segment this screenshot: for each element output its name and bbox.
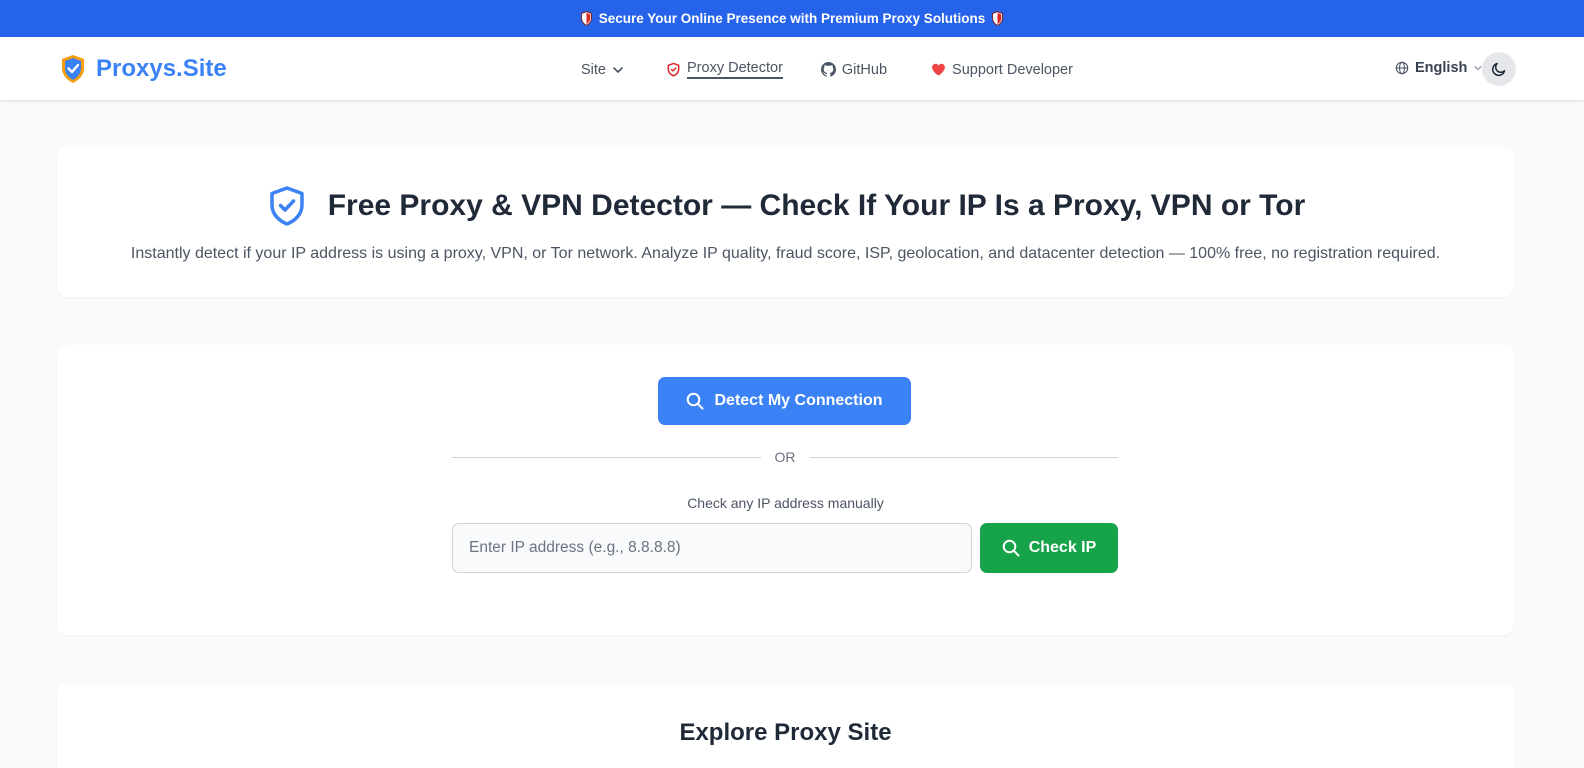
shield-icon: [580, 11, 592, 26]
nav-github-label: GitHub: [841, 61, 888, 78]
globe-icon: [1395, 61, 1409, 75]
moon-icon: [1491, 62, 1506, 77]
nav-proxy-detector-label: Proxy Detector: [687, 60, 783, 79]
shield-check-logo-icon: [62, 55, 84, 83]
explore-title: Explore Proxy Site: [679, 719, 892, 746]
github-icon: [820, 62, 836, 77]
search-icon: [687, 392, 704, 410]
nav-support-developer[interactable]: Support Developer: [931, 62, 1073, 78]
nav-site-dropdown[interactable]: Site: [581, 62, 624, 78]
promo-banner: Secure Your Online Presence with Premium…: [0, 0, 1584, 37]
divider-line: [452, 456, 761, 458]
nav-links: Site Proxy Detector GitHub Support Devel…: [581, 60, 1073, 79]
divider-line: [809, 456, 1118, 458]
nav-support-label: Support Developer: [952, 61, 1073, 78]
language-selector[interactable]: English: [1395, 60, 1483, 76]
or-label: OR: [774, 449, 796, 465]
manual-check-label: Check any IP address manually: [687, 495, 884, 511]
ip-address-input[interactable]: [452, 523, 972, 573]
explore-card: Explore Proxy Site: [57, 684, 1514, 768]
detector-tool-card: Detect My Connection OR Check any IP add…: [57, 345, 1514, 635]
chevron-down-icon: [613, 66, 623, 73]
nav-proxy-detector[interactable]: Proxy Detector: [666, 60, 783, 79]
top-navbar: Proxys.Site Site Proxy Detector GitHub S…: [0, 37, 1584, 101]
language-label: English: [1415, 60, 1468, 76]
hero-title-row: Free Proxy & VPN Detector — Check If You…: [57, 185, 1514, 227]
shield-icon: [667, 62, 680, 77]
theme-toggle-button[interactable]: [1482, 52, 1516, 86]
shield-check-icon: [269, 186, 304, 226]
check-ip-button[interactable]: Check IP: [980, 523, 1118, 573]
or-divider: OR: [452, 449, 1118, 465]
page-subtitle: Instantly detect if your IP address is u…: [130, 245, 1441, 262]
detect-connection-button[interactable]: Detect My Connection: [658, 377, 911, 425]
hero-card: Free Proxy & VPN Detector — Check If You…: [57, 147, 1514, 297]
nav-site-label: Site: [581, 61, 606, 78]
heart-icon: [932, 63, 945, 76]
page-title: Free Proxy & VPN Detector — Check If You…: [327, 189, 1306, 222]
detect-button-label: Detect My Connection: [714, 392, 883, 409]
shield-icon: [992, 11, 1004, 26]
brand-name: Proxys.Site: [96, 55, 227, 82]
nav-github[interactable]: GitHub: [820, 61, 888, 78]
promo-text: Secure Your Online Presence with Premium…: [598, 11, 986, 26]
brand-logo-link[interactable]: Proxys.Site: [60, 54, 227, 84]
search-icon: [1002, 539, 1020, 557]
check-ip-label: Check IP: [1028, 539, 1097, 556]
